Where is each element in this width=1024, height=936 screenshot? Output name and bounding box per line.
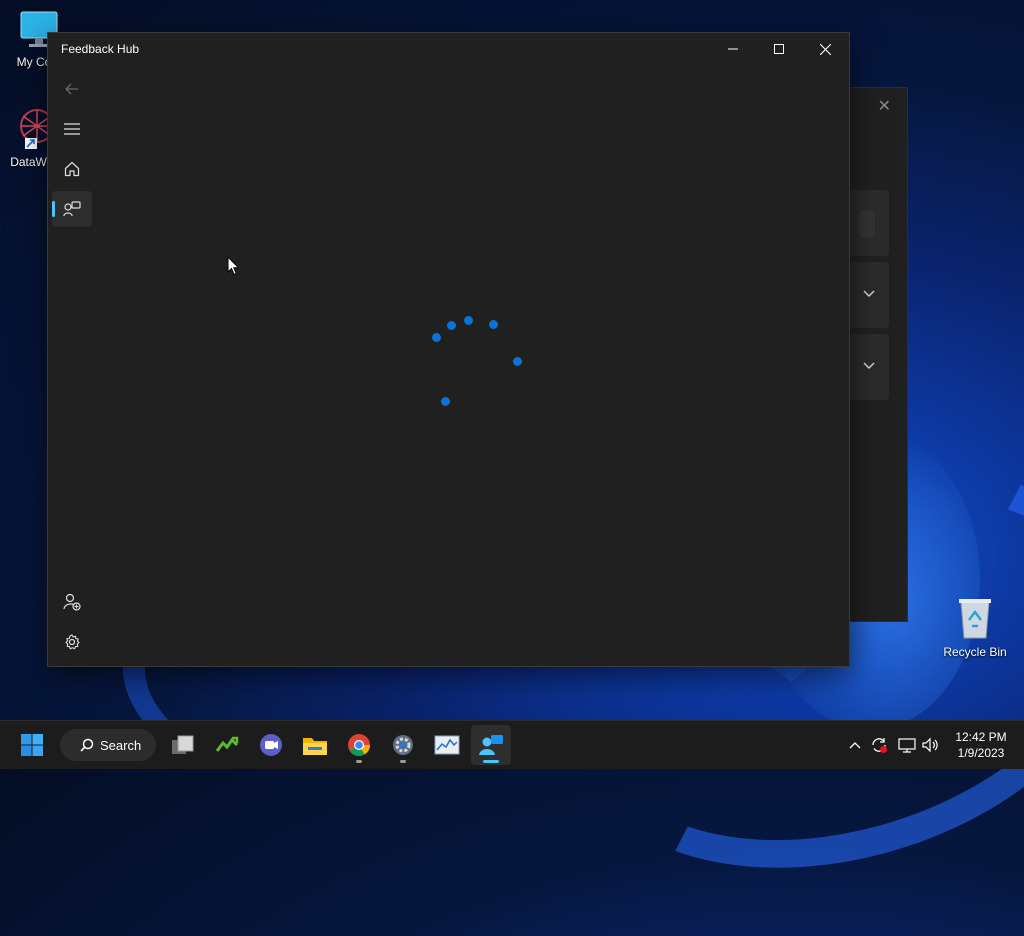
desktop-icon-label: Recycle Bin [943,645,1007,659]
taskbar[interactable]: Search 12:42 PM 1/9/2023 [0,720,1024,769]
spinner-dot [441,397,450,406]
desktop-icon-recycle-bin[interactable]: Recycle Bin [940,596,1010,659]
close-icon[interactable]: ✕ [878,96,891,116]
close-icon [819,43,831,55]
feedback-hub-icon [479,735,503,755]
tray-network[interactable] [896,721,918,769]
teams-chat-icon [260,734,282,756]
taskbar-clock[interactable]: 12:42 PM 1/9/2023 [948,729,1014,761]
taskbar-settings[interactable] [383,725,423,765]
taskbar-resource-monitor[interactable] [427,725,467,765]
chevron-down-icon[interactable] [863,358,875,373]
hamburger-menu-icon [64,123,80,135]
search-label: Search [100,737,142,753]
start-button[interactable] [12,725,52,765]
recycle-bin-icon [959,599,991,639]
taskbar-task-view[interactable] [163,725,203,765]
nvidia-icon [215,736,239,752]
search-icon [80,738,94,752]
clock-date: 1/9/2023 [957,746,1005,760]
tray-sync[interactable] [868,721,890,769]
spinner-dot [464,316,473,325]
nav-feedback[interactable] [52,191,92,227]
background-window[interactable]: ✕ [840,87,908,622]
tray-volume[interactable] [920,721,942,769]
running-indicator [356,760,362,763]
file-explorer-icon [303,738,327,755]
taskbar-search[interactable]: Search [60,729,156,761]
nav-home[interactable] [52,151,92,187]
spinner-dot [432,333,441,342]
home-icon [64,161,80,177]
clock-time: 12:42 PM [955,730,1007,744]
settings-card[interactable] [849,190,889,256]
back-button[interactable] [52,71,92,107]
settings-gear-icon [65,634,80,650]
spinner-dot [513,357,522,366]
close-button[interactable] [802,33,848,65]
tray-show-hidden[interactable] [844,721,866,769]
mouse-cursor-icon [227,256,240,276]
taskbar-teams-chat[interactable] [251,725,291,765]
minimize-button[interactable] [710,33,756,65]
nav-add-account[interactable] [52,584,92,620]
back-arrow-icon [65,83,78,95]
chevron-down-icon[interactable] [863,286,875,301]
task-view-icon [172,735,194,754]
network-icon [898,738,916,753]
active-indicator [483,760,499,763]
volume-icon [922,737,938,753]
taskbar-feedback-hub[interactable] [471,725,511,765]
chrome-icon [348,734,370,756]
spinner-dot [489,320,498,329]
settings-card-control[interactable] [859,210,875,238]
settings-card[interactable] [849,262,889,328]
minimize-icon [728,48,738,50]
window-title: Feedback Hub [61,42,140,56]
taskbar-chrome[interactable] [339,725,379,765]
chevron-up-icon [849,742,861,749]
maximize-button[interactable] [756,33,802,65]
taskbar-file-explorer[interactable] [295,725,335,765]
resource-monitor-icon [434,735,460,755]
sync-icon [872,738,887,753]
running-indicator [400,760,406,763]
selection-indicator [52,201,55,217]
nav-settings[interactable] [52,624,92,660]
settings-icon [393,735,413,755]
settings-card[interactable] [849,334,889,400]
taskbar-nvidia[interactable] [207,725,247,765]
add-user-icon [63,593,81,611]
feedback-hub-window[interactable]: Feedback Hub [47,32,850,667]
spinner-dot [447,321,456,330]
start-icon [21,734,43,756]
menu-button[interactable] [52,111,92,147]
title-bar[interactable]: Feedback Hub [48,33,849,65]
feedback-icon [63,201,81,217]
maximize-icon [774,44,784,54]
